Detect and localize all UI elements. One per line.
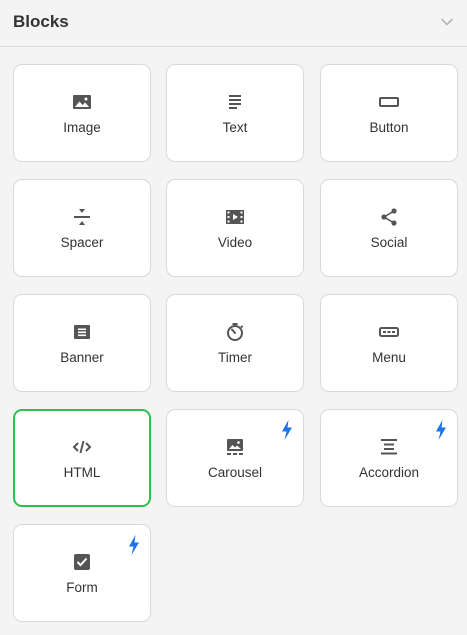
block-tile-carousel[interactable]: Carousel [166, 409, 304, 507]
block-label: Banner [60, 350, 104, 365]
block-tile-menu[interactable]: Menu [320, 294, 458, 392]
blocks-panel: Blocks Image Text Button Spacer Video Social B… [0, 0, 467, 635]
video-icon [226, 210, 244, 224]
lightning-bolt-icon [436, 420, 446, 440]
block-label: Social [370, 235, 408, 250]
block-label: HTML [63, 465, 101, 480]
timer-icon [227, 323, 244, 341]
lightning-bolt-icon [282, 420, 292, 440]
block-tile-text[interactable]: Text [166, 64, 304, 162]
block-tile-form[interactable]: Form [13, 524, 151, 622]
panel-title: Blocks [13, 12, 69, 31]
menu-icon [379, 327, 399, 337]
code-icon [72, 440, 92, 454]
block-tile-banner[interactable]: Banner [13, 294, 151, 392]
block-label: Video [217, 235, 253, 250]
block-tile-video[interactable]: Video [166, 179, 304, 277]
carousel-icon [227, 439, 243, 455]
block-label: Text [222, 120, 248, 135]
block-label: Menu [372, 350, 406, 365]
block-label: Carousel [207, 465, 263, 480]
share-icon [381, 208, 397, 226]
chevron-down-icon[interactable] [439, 14, 455, 30]
banner-icon [74, 325, 90, 339]
checkbox-icon [74, 554, 90, 570]
block-label: Button [369, 120, 409, 135]
text-icon [229, 95, 241, 109]
spacer-icon [74, 209, 90, 225]
block-tile-html[interactable]: HTML [13, 409, 151, 507]
block-label: Form [66, 580, 98, 595]
block-label: Image [63, 120, 101, 135]
block-tile-button[interactable]: Button [320, 64, 458, 162]
block-tile-image[interactable]: Image [13, 64, 151, 162]
block-label: Timer [218, 350, 252, 365]
block-label: Spacer [60, 235, 104, 250]
blocks-panel-header[interactable]: Blocks [0, 0, 467, 47]
accordion-icon [381, 439, 397, 455]
lightning-bolt-icon [129, 535, 139, 555]
image-icon [73, 95, 91, 109]
block-tile-accordion[interactable]: Accordion [320, 409, 458, 507]
block-tile-social[interactable]: Social [320, 179, 458, 277]
block-tile-spacer[interactable]: Spacer [13, 179, 151, 277]
button-icon [379, 97, 399, 107]
block-label: Accordion [358, 465, 420, 480]
block-tile-timer[interactable]: Timer [166, 294, 304, 392]
